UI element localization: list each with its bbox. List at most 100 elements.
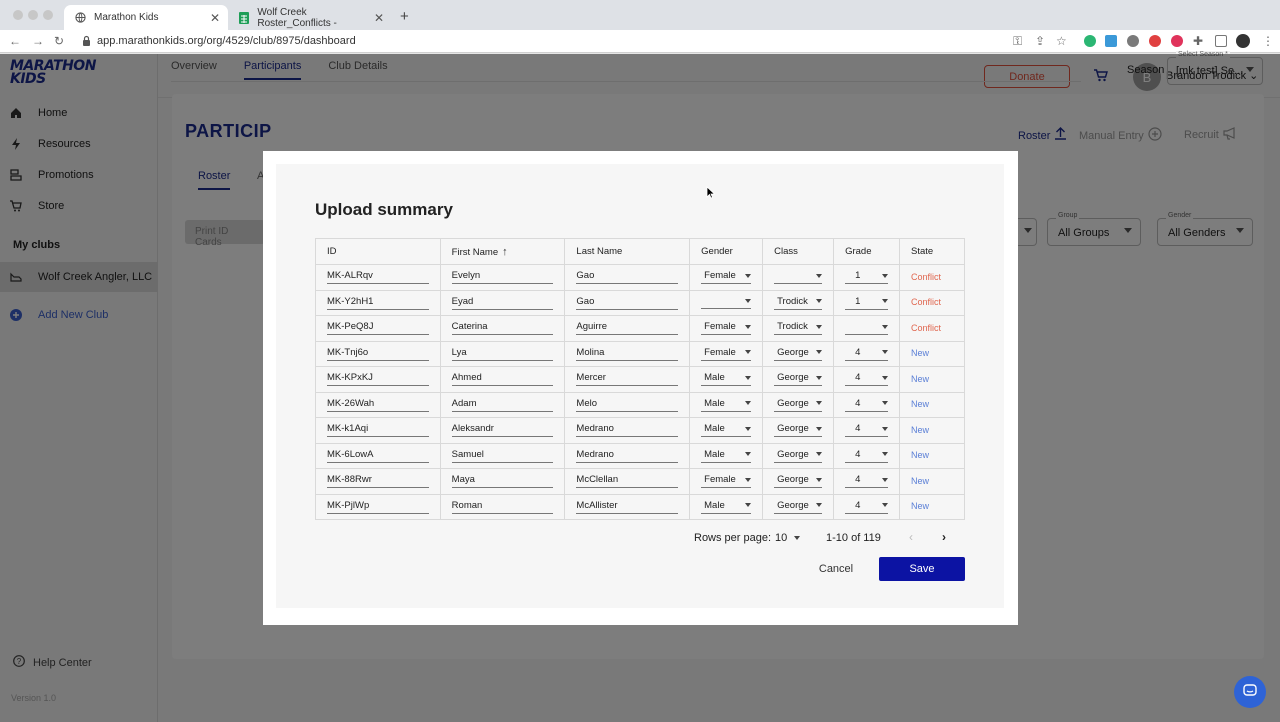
last-name-field[interactable]: Gao <box>576 270 679 285</box>
last-name-field[interactable]: McClellan <box>576 474 679 489</box>
extension-icon[interactable] <box>1149 35 1161 47</box>
key-icon[interactable]: ⚿ <box>1013 34 1022 49</box>
browser-tab-marathon-kids[interactable]: Marathon Kids ✕ <box>64 5 228 30</box>
column-header-class[interactable]: Class <box>762 238 835 265</box>
grade-select[interactable]: 4 <box>845 347 889 361</box>
grade-select[interactable] <box>845 322 889 335</box>
column-header-grade[interactable]: Grade <box>833 238 901 265</box>
id-field[interactable]: MK-Tnj6o <box>327 347 429 361</box>
id-field[interactable]: MK-ALRqv <box>327 270 429 285</box>
window-close-dot[interactable] <box>13 10 23 20</box>
first-name-field[interactable]: Eyad <box>451 296 554 310</box>
id-field[interactable]: MK-k1Aqi <box>327 423 429 438</box>
grade-select[interactable]: 4 <box>845 372 889 387</box>
column-header-first-name[interactable]: First Name ↑ <box>439 238 566 265</box>
sidepanel-icon[interactable] <box>1215 35 1227 47</box>
grade-select[interactable]: 4 <box>845 423 889 438</box>
class-select[interactable]: Trodick <box>774 296 823 310</box>
close-icon[interactable]: ✕ <box>374 11 384 25</box>
grade-select[interactable]: 4 <box>845 449 889 463</box>
browser-tab-roster-sheet[interactable]: Wolf Creek Roster_Conflicts - ✕ <box>228 5 392 30</box>
class-select[interactable]: George <box>774 398 823 412</box>
extension-icon[interactable] <box>1127 35 1139 47</box>
new-tab-icon[interactable]: + <box>400 8 409 25</box>
gender-select[interactable]: Male <box>701 398 752 412</box>
column-header-id[interactable]: ID <box>315 238 441 265</box>
class-select[interactable]: George <box>774 372 823 387</box>
gender-select[interactable]: Male <box>701 500 752 514</box>
chat-launcher[interactable] <box>1234 676 1266 708</box>
last-name-field[interactable]: Medrano <box>576 449 679 463</box>
column-header-gender[interactable]: Gender <box>689 238 764 265</box>
gender-select[interactable]: Female <box>701 270 752 285</box>
id-field[interactable]: MK-6LowA <box>327 449 429 463</box>
menu-dots-icon[interactable]: ⋮ <box>1262 34 1274 48</box>
first-name-field[interactable]: Ahmed <box>451 372 554 387</box>
grade-select[interactable]: 1 <box>845 270 889 285</box>
window-zoom-dot[interactable] <box>43 10 53 20</box>
id-field[interactable]: MK-KPxKJ <box>327 372 429 387</box>
gender-select[interactable]: Male <box>701 372 752 387</box>
class-select[interactable]: Trodick <box>774 321 823 336</box>
first-name-field[interactable]: Aleksandr <box>451 423 554 438</box>
close-icon[interactable]: ✕ <box>210 11 220 25</box>
profile-avatar[interactable] <box>1236 34 1250 48</box>
last-name-field[interactable]: Aguirre <box>576 321 679 336</box>
column-header-state[interactable]: State <box>899 238 965 265</box>
class-select[interactable]: George <box>774 423 823 438</box>
puzzle-icon[interactable]: ✚ <box>1193 34 1203 48</box>
class-select[interactable]: George <box>774 474 823 489</box>
forward-icon[interactable]: → <box>32 34 44 48</box>
first-name-field[interactable]: Maya <box>451 474 554 489</box>
first-name-field[interactable]: Lya <box>451 347 554 361</box>
id-field[interactable]: MK-88Rwr <box>327 474 429 489</box>
back-icon[interactable]: ← <box>9 34 21 48</box>
class-select[interactable] <box>774 271 823 284</box>
last-name-field[interactable]: Gao <box>576 296 679 310</box>
grade-select[interactable]: 4 <box>845 500 889 514</box>
extension-icon[interactable] <box>1171 35 1183 47</box>
lock-icon[interactable] <box>82 35 91 49</box>
gender-select[interactable]: Male <box>701 449 752 463</box>
id-field[interactable]: MK-Y2hH1 <box>327 296 429 310</box>
last-name-field[interactable]: Molina <box>576 347 679 361</box>
first-name-field[interactable]: Caterina <box>451 321 554 336</box>
grade-select[interactable]: 4 <box>845 398 889 412</box>
share-icon[interactable]: ⇪ <box>1035 34 1045 48</box>
first-name-field[interactable]: Samuel <box>451 449 554 463</box>
last-name-field[interactable]: McAllister <box>576 500 679 514</box>
last-name-field[interactable]: Melo <box>576 398 679 412</box>
first-name-field[interactable]: Adam <box>451 398 554 412</box>
class-select[interactable]: George <box>774 449 823 463</box>
reload-icon[interactable]: ↻ <box>54 34 64 48</box>
first-name-field[interactable]: Evelyn <box>451 270 554 285</box>
sort-ascending-icon[interactable]: ↑ <box>502 246 508 258</box>
id-field[interactable]: MK-PjlWp <box>327 500 429 514</box>
grade-select[interactable]: 1 <box>845 296 889 310</box>
class-select[interactable]: George <box>774 347 823 361</box>
window-minimize-dot[interactable] <box>28 10 38 20</box>
url-field[interactable]: app.marathonkids.org/org/4529/club/8975/… <box>97 35 356 47</box>
cancel-button[interactable]: Cancel <box>808 557 864 581</box>
extension-icon[interactable] <box>1084 35 1096 47</box>
id-field[interactable]: MK-26Wah <box>327 398 429 412</box>
extension-icon[interactable] <box>1105 35 1117 47</box>
gender-select[interactable]: Female <box>701 347 752 361</box>
bookmark-star-icon[interactable]: ☆ <box>1056 34 1067 48</box>
gender-select[interactable] <box>701 296 752 310</box>
save-button[interactable]: Save <box>879 557 965 581</box>
id-field[interactable]: MK-PeQ8J <box>327 321 429 336</box>
column-header-last-name[interactable]: Last Name <box>564 238 691 265</box>
gender-select[interactable]: Female <box>701 474 752 489</box>
next-page-icon[interactable]: › <box>942 530 946 544</box>
rows-per-page-select[interactable]: 10 <box>775 532 801 544</box>
gender-select[interactable]: Female <box>701 321 752 336</box>
gender-select[interactable]: Male <box>701 423 752 438</box>
class-select[interactable]: George <box>774 500 823 514</box>
first-name-field[interactable]: Roman <box>451 500 554 514</box>
grade-select[interactable]: 4 <box>845 474 889 489</box>
last-name-field[interactable]: Medrano <box>576 423 679 438</box>
previous-page-icon[interactable]: ‹ <box>909 530 913 544</box>
last-name-field[interactable]: Mercer <box>576 372 679 387</box>
first-name-cell: Adam <box>439 391 566 418</box>
